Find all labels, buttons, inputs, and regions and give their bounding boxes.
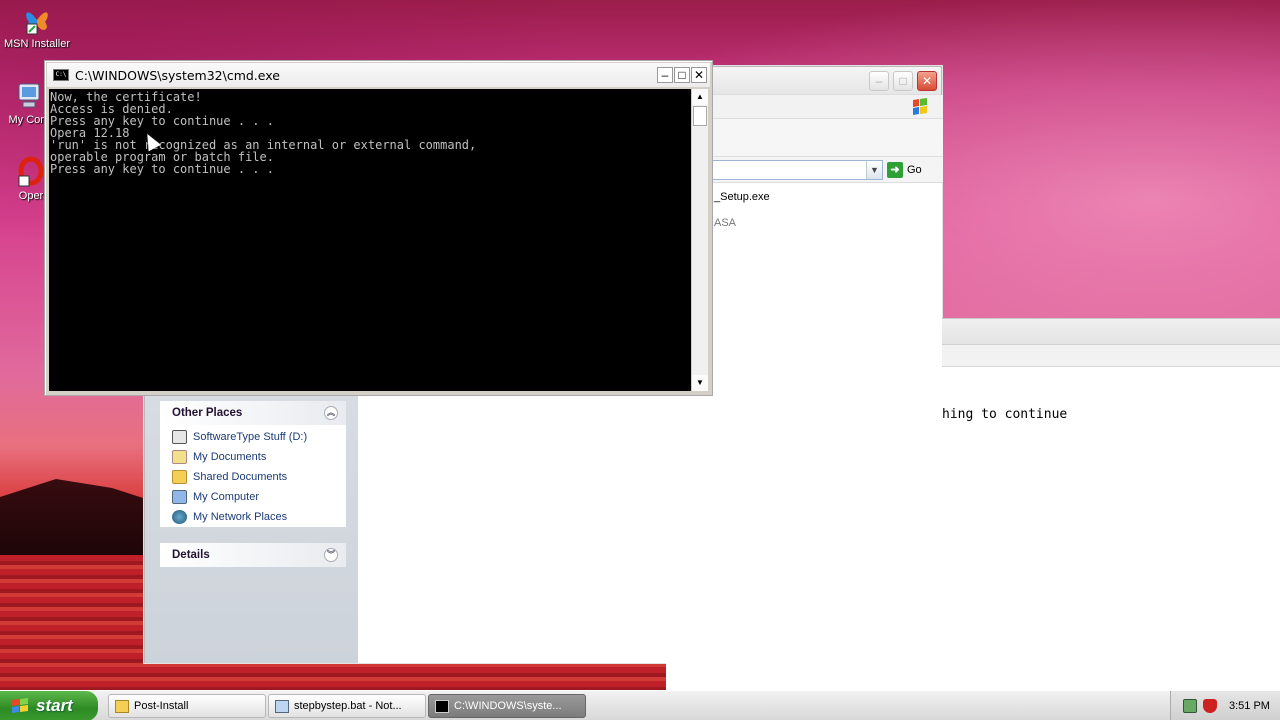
- file-item[interactable]: _Setup.exe: [714, 191, 770, 203]
- go-button[interactable]: ➜ Go: [887, 160, 937, 180]
- other-places-item-network[interactable]: My Network Places: [160, 507, 346, 527]
- desktop-icon-msn-installer[interactable]: MSN Installer: [2, 4, 72, 50]
- details-header[interactable]: Details ︾: [160, 543, 346, 567]
- taskbar-item-notepad[interactable]: stepbystep.bat - Not...: [268, 694, 426, 718]
- background-window-toolbar: [942, 345, 1280, 367]
- chevron-down-icon[interactable]: ▼: [866, 161, 882, 179]
- vertical-scrollbar[interactable]: ▲ ▼: [691, 89, 708, 391]
- my-computer-icon: [13, 80, 45, 112]
- cmd-titlebar[interactable]: C:\ C:\WINDOWS\system32\cmd.exe – □ ✕: [47, 63, 710, 87]
- desktop-icon-label: MSN Installer: [3, 38, 71, 50]
- task-label: C:\WINDOWS\syste...: [454, 700, 562, 712]
- other-places-header[interactable]: Other Places ︽: [160, 401, 346, 425]
- other-places-panel: Other Places ︽ SoftwareType Stuff (D:) M…: [160, 401, 346, 527]
- item-label: SoftwareType Stuff (D:): [193, 431, 308, 443]
- other-places-item-drive[interactable]: SoftwareType Stuff (D:): [160, 427, 346, 447]
- other-places-item-my-documents[interactable]: My Documents: [160, 447, 346, 467]
- scroll-thumb[interactable]: [693, 106, 707, 126]
- item-label: My Network Places: [193, 511, 288, 523]
- notepad-icon: [275, 699, 289, 713]
- msn-butterfly-icon: [21, 4, 53, 36]
- task-label: stepbystep.bat - Not...: [294, 700, 402, 712]
- minimize-button[interactable]: –: [657, 67, 673, 83]
- cmd-icon: C:\: [53, 69, 69, 81]
- network-tray-icon[interactable]: [1183, 699, 1197, 713]
- panel-title: Other Places: [172, 407, 243, 419]
- start-button[interactable]: start: [0, 691, 98, 720]
- item-label: Shared Documents: [193, 471, 288, 483]
- my-computer-icon: [172, 490, 187, 504]
- go-arrow-icon: ➜: [887, 162, 903, 178]
- cmd-icon: [435, 699, 449, 713]
- close-button[interactable]: ✕: [691, 67, 707, 83]
- address-input[interactable]: ▼: [705, 160, 883, 180]
- start-label: start: [36, 696, 73, 715]
- background-window-edge: [666, 662, 946, 690]
- network-places-icon: [172, 510, 187, 524]
- maximize-button[interactable]: □: [674, 67, 690, 83]
- chevron-up-icon[interactable]: ︽: [324, 406, 338, 420]
- background-window-text: hing to continue: [942, 407, 1068, 422]
- scroll-down-icon[interactable]: ▼: [692, 375, 708, 391]
- background-window[interactable]: hing to continue: [942, 318, 1280, 690]
- item-label: My Computer: [193, 491, 260, 503]
- background-window-titlebar: [942, 319, 1280, 345]
- clock[interactable]: 3:51 PM: [1229, 700, 1270, 712]
- chevron-down-icon[interactable]: ︾: [324, 548, 338, 562]
- taskbar-item-post-install[interactable]: Post-Install: [108, 694, 266, 718]
- my-documents-icon: [172, 450, 187, 464]
- opera-icon: [15, 156, 47, 188]
- console-line: Press any key to continue . . .: [50, 162, 274, 176]
- taskbar-item-cmd[interactable]: C:\WINDOWS\syste...: [428, 694, 586, 718]
- folder-icon: [115, 699, 129, 713]
- close-button[interactable]: ✕: [917, 71, 937, 91]
- other-places-item-shared-documents[interactable]: Shared Documents: [160, 467, 346, 487]
- windows-logo-icon: [913, 98, 927, 115]
- details-panel: Details ︾: [160, 543, 346, 567]
- system-tray: 3:51 PM: [1170, 691, 1280, 720]
- folder-icon: [172, 470, 187, 484]
- windows-logo-icon: [12, 698, 28, 713]
- maximize-button[interactable]: □: [893, 71, 913, 91]
- other-places-item-my-computer[interactable]: My Computer: [160, 487, 346, 507]
- file-item[interactable]: ASA: [714, 217, 736, 229]
- security-shield-icon[interactable]: [1203, 699, 1217, 713]
- console-line: Press any key to continue . . .: [50, 114, 274, 128]
- cmd-window[interactable]: C:\ C:\WINDOWS\system32\cmd.exe – □ ✕ No…: [44, 60, 713, 396]
- taskbar: start Post-Install stepbystep.bat - Not.…: [0, 690, 1280, 720]
- scroll-up-icon[interactable]: ▲: [692, 89, 708, 105]
- cmd-title: C:\WINDOWS\system32\cmd.exe: [75, 68, 280, 83]
- task-label: Post-Install: [134, 700, 189, 712]
- minimize-button[interactable]: –: [869, 71, 889, 91]
- drive-icon: [172, 430, 187, 444]
- go-label: Go: [907, 164, 922, 176]
- panel-title: Details: [172, 549, 210, 561]
- item-label: My Documents: [193, 451, 267, 463]
